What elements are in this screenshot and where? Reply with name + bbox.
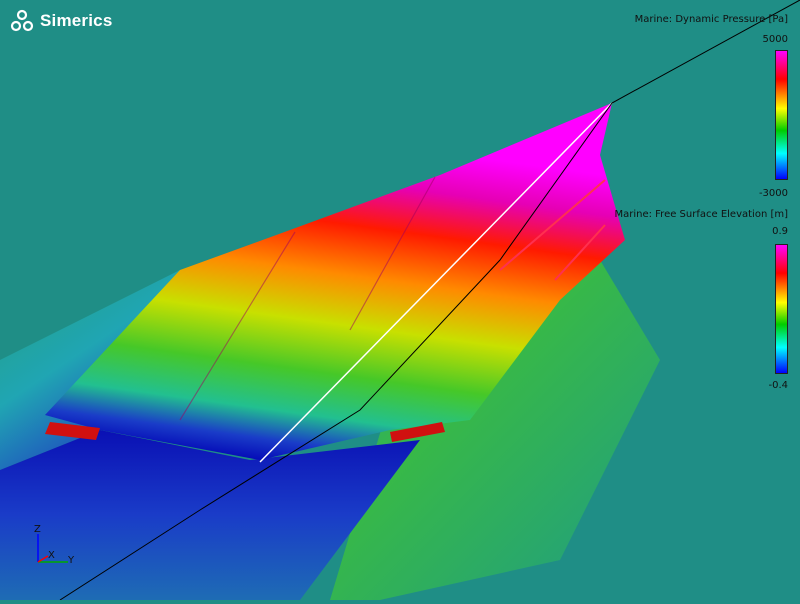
axis-y-label: Y <box>68 555 75 566</box>
app-name: Simerics <box>40 11 113 30</box>
axis-z-label: Z <box>34 524 41 535</box>
simulation-render <box>0 0 800 601</box>
elevation-colormap-bar <box>775 244 788 374</box>
pressure-colormap-bar <box>775 50 788 180</box>
elevation-legend-min: -0.4 <box>768 380 788 391</box>
simulation-viewport[interactable] <box>0 0 800 601</box>
pressure-legend-title: Marine: Dynamic Pressure [Pa] <box>634 14 788 25</box>
elevation-legend-title: Marine: Free Surface Elevation [m] <box>614 209 788 220</box>
elevation-legend-max: 0.9 <box>772 226 788 237</box>
simerics-logo: Simerics <box>10 9 112 33</box>
axis-x-label: X <box>48 550 55 561</box>
pressure-legend-min: -3000 <box>758 188 788 199</box>
pressure-legend-max: 5000 <box>762 34 788 45</box>
simerics-logo-icon <box>10 9 34 32</box>
